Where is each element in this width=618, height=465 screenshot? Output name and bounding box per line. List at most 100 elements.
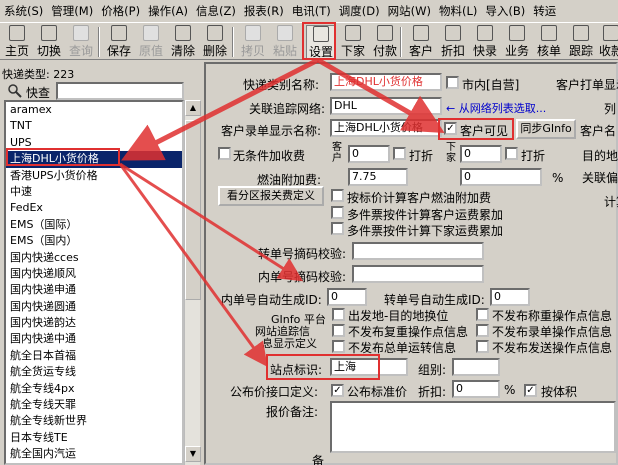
option-customer-piece-checkbox[interactable] <box>331 206 344 219</box>
list-item[interactable]: 航全专线新世界 <box>6 413 182 429</box>
list-item[interactable]: 中速 <box>6 184 182 200</box>
customer-discount-checkbox[interactable] <box>393 147 406 160</box>
quick-search-input[interactable] <box>56 82 184 100</box>
list-scrollbar[interactable]: ▲ ▼ <box>184 100 201 465</box>
by-volume-checkbox[interactable]: ✓ <box>524 384 537 397</box>
list-item[interactable]: 国内快递圆通 <box>6 299 182 315</box>
list-item[interactable]: 香港UPS小货价格 <box>6 168 182 184</box>
toolbar-button[interactable]: 核单 <box>534 25 564 59</box>
menu-item[interactable]: 网站(W) <box>384 3 435 19</box>
publish-price-label: 公布价接口定义: <box>230 385 319 399</box>
list-item[interactable]: 航全国内汽运 <box>6 446 182 462</box>
surcharge-checkbox[interactable] <box>218 147 231 160</box>
list-item[interactable]: aramex <box>6 102 182 118</box>
no-master-checkbox[interactable] <box>332 340 345 353</box>
downstream-discount-input[interactable]: 0 <box>460 145 502 163</box>
list-item[interactable]: 国内快递顺风 <box>6 266 182 282</box>
customer-discount-input[interactable]: 0 <box>348 145 390 163</box>
toolbar-button[interactable]: 保存 <box>104 25 134 59</box>
inner-auto-id-input[interactable]: 0 <box>327 288 367 306</box>
scroll-down-button[interactable]: ▼ <box>185 446 201 462</box>
query-icon <box>73 25 89 41</box>
toolbar-label: 跟踪 <box>568 44 593 58</box>
toolbar-label: 原值 <box>138 44 163 58</box>
toolbar-button[interactable]: 查询 <box>66 25 96 59</box>
inner-check-input[interactable] <box>352 265 484 283</box>
toolbar-separator <box>98 27 100 57</box>
list-item[interactable]: 国内快递cces <box>6 250 182 266</box>
menu-item[interactable]: 价格(P) <box>97 3 144 19</box>
zone-customs-button[interactable]: 看分区报关费定义 <box>218 186 324 206</box>
toolbar-button[interactable]: 下家 <box>338 25 368 59</box>
scroll-thumb[interactable] <box>185 120 201 300</box>
menu-item[interactable]: 调度(D) <box>335 3 384 19</box>
toolbar-button[interactable]: 粘贴 <box>270 25 300 59</box>
list-item[interactable]: TNT <box>6 118 182 134</box>
no-reweigh-checkbox[interactable] <box>332 324 345 337</box>
menu-item[interactable]: 电讯(T) <box>288 3 335 19</box>
toolbar-button[interactable]: 付款 <box>370 25 400 59</box>
toolbar-button[interactable]: 主页 <box>2 25 32 59</box>
local-checkbox[interactable] <box>446 76 459 89</box>
toolbar-button[interactable]: 跟踪 <box>566 25 596 59</box>
list-item[interactable]: 国内快递韵达 <box>6 315 182 331</box>
group-input[interactable] <box>452 358 500 376</box>
option-downstream-piece-label: 多件票按件计算下家运费累加 <box>347 224 504 238</box>
toolbar-button[interactable]: 客户 <box>406 25 436 59</box>
option-fuel-checkbox[interactable] <box>331 189 344 202</box>
courier-name-input[interactable]: 上海DHL小货价格 <box>330 73 442 91</box>
no-weigh-checkbox[interactable] <box>476 308 489 321</box>
list-item[interactable]: 航全专线天罪 <box>6 397 182 413</box>
toolbar-button[interactable]: 收款 <box>596 25 618 59</box>
toolbar-button[interactable]: 业务 <box>502 25 532 59</box>
display-name-input[interactable]: 上海DHL小货价格 <box>330 119 442 137</box>
list-item[interactable]: FedEx <box>6 200 182 216</box>
fuel-surcharge-input[interactable]: 7.75 <box>348 168 408 186</box>
track-network-input[interactable]: DHL <box>330 97 442 115</box>
list-item[interactable]: EMS（国内） <box>6 233 182 249</box>
transfer-check-input[interactable] <box>352 242 484 260</box>
list-item[interactable]: EMS（国际） <box>6 217 182 233</box>
toolbar-label: 下家 <box>340 44 365 58</box>
toolbar-button[interactable]: 原值 <box>136 25 166 59</box>
publish-discount-input[interactable]: 0 <box>452 380 500 398</box>
menu-item[interactable]: 物料(L) <box>435 3 481 19</box>
menu-item[interactable]: 导入(B) <box>481 3 529 19</box>
scroll-up-button[interactable]: ▲ <box>185 100 201 116</box>
toolbar-button[interactable]: 拷贝 <box>238 25 268 59</box>
sync-ginfo-button[interactable]: 同步GInfo <box>516 119 576 139</box>
pick-network-link[interactable]: ← 从网络列表选取... <box>446 100 546 116</box>
toolbar-button[interactable]: 清除 <box>168 25 198 59</box>
customer-name-label: 客户名 <box>580 124 617 138</box>
remark-textarea[interactable] <box>330 401 616 453</box>
list-item[interactable]: 国内快递申通 <box>6 282 182 298</box>
no-send-checkbox[interactable] <box>476 340 489 353</box>
downstream-discount-checkbox[interactable] <box>505 147 518 160</box>
menu-item[interactable]: 系统(S) <box>0 3 47 19</box>
transfer-check-label: 转单号摘码校验: <box>258 247 347 261</box>
transfer-auto-id-input[interactable]: 0 <box>490 288 530 306</box>
option-downstream-piece-checkbox[interactable] <box>331 222 344 235</box>
list-item[interactable]: 航全日本首福 <box>6 348 182 364</box>
toolbar-button[interactable]: 删除 <box>200 25 230 59</box>
business-icon <box>509 25 525 41</box>
remark-label: 报价备注: <box>266 405 319 419</box>
list-item[interactable]: 国内快递中通 <box>6 331 182 347</box>
menu-item[interactable]: 转运 <box>529 3 560 19</box>
toolbar-label: 主页 <box>4 44 29 58</box>
list-item[interactable]: 航全专线4px <box>6 381 182 397</box>
list-item[interactable]: 日本专线TE <box>6 430 182 446</box>
menu-item[interactable]: 信息(Z) <box>192 3 240 19</box>
swap-origin-checkbox[interactable] <box>332 308 345 321</box>
toolbar-button[interactable]: 切换 <box>34 25 64 59</box>
publish-standard-checkbox[interactable]: ✓ <box>331 384 344 397</box>
toolbar-button[interactable]: 折扣 <box>438 25 468 59</box>
list-item[interactable]: 航全货运专线 <box>6 364 182 380</box>
fuel-surcharge-downstream-input[interactable]: 0 <box>460 168 542 186</box>
toolbar-button[interactable]: 快录 <box>470 25 500 59</box>
menu-item[interactable]: 报表(R) <box>240 3 288 19</box>
menu-item[interactable]: 操作(A) <box>144 3 192 19</box>
menu-item[interactable]: 管理(M) <box>47 3 97 19</box>
toolbar-label: 快录 <box>472 44 497 58</box>
no-entry-checkbox[interactable] <box>476 324 489 337</box>
